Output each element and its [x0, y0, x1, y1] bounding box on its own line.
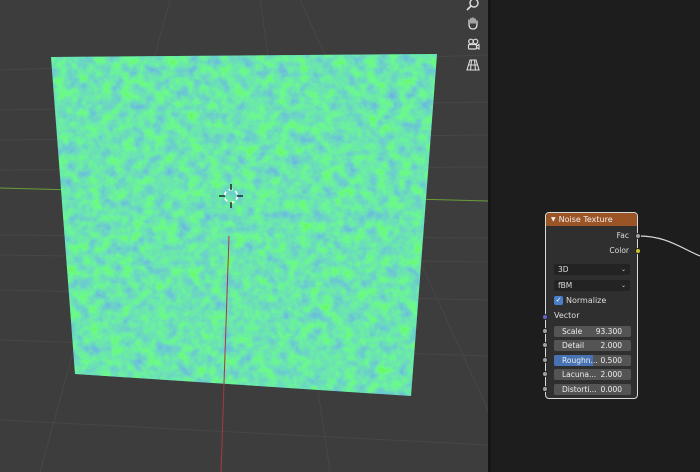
- distortion-input-socket[interactable]: [542, 386, 548, 392]
- distortion-field[interactable]: Distorti... 0.000: [554, 384, 631, 395]
- viewport-scene: [0, 0, 488, 472]
- camera-icon[interactable]: [462, 34, 484, 54]
- noise-type-select[interactable]: fBM ⌄: [554, 280, 630, 291]
- noise-texture-node[interactable]: ▼ Noise Texture Fac Color 3D ⌄ fBM ⌄ ✓ No…: [542, 212, 641, 399]
- roughness-field[interactable]: Roughn... 0.500: [554, 355, 631, 366]
- vector-input-socket[interactable]: [542, 314, 548, 320]
- 3d-viewport[interactable]: [0, 0, 488, 472]
- shader-node-editor[interactable]: ▼ Noise Texture Fac Color 3D ⌄ fBM ⌄ ✓ No…: [491, 0, 700, 472]
- checkmark-icon[interactable]: ✓: [554, 296, 563, 305]
- normalize-option[interactable]: ✓ Normalize: [554, 296, 606, 305]
- scale-field[interactable]: Scale 93.300: [554, 326, 631, 337]
- chevron-down-icon[interactable]: ▼: [551, 213, 556, 226]
- pan-hand-icon[interactable]: [462, 13, 484, 33]
- lacunarity-field[interactable]: Lacuna... 2.000: [554, 369, 631, 380]
- lacunarity-input-socket[interactable]: [542, 371, 548, 377]
- node-title: Noise Texture: [558, 215, 613, 224]
- grid-icon[interactable]: [462, 55, 484, 75]
- textured-plane[interactable]: [40, 40, 450, 410]
- detail-input-socket[interactable]: [542, 342, 548, 348]
- chevron-down-icon: ⌄: [620, 282, 626, 289]
- color-output-socket[interactable]: [635, 248, 641, 254]
- dimensions-select[interactable]: 3D ⌄: [554, 264, 630, 275]
- chevron-down-icon: ⌄: [620, 266, 626, 273]
- node-header[interactable]: ▼ Noise Texture: [546, 213, 637, 226]
- scale-input-socket[interactable]: [542, 328, 548, 334]
- output-fac: Fac: [616, 231, 629, 240]
- detail-field[interactable]: Detail 2.000: [554, 340, 631, 351]
- output-color: Color: [609, 246, 629, 255]
- fac-output-socket[interactable]: [635, 233, 641, 239]
- roughness-input-socket[interactable]: [542, 357, 548, 363]
- vector-input-label: Vector: [554, 311, 580, 320]
